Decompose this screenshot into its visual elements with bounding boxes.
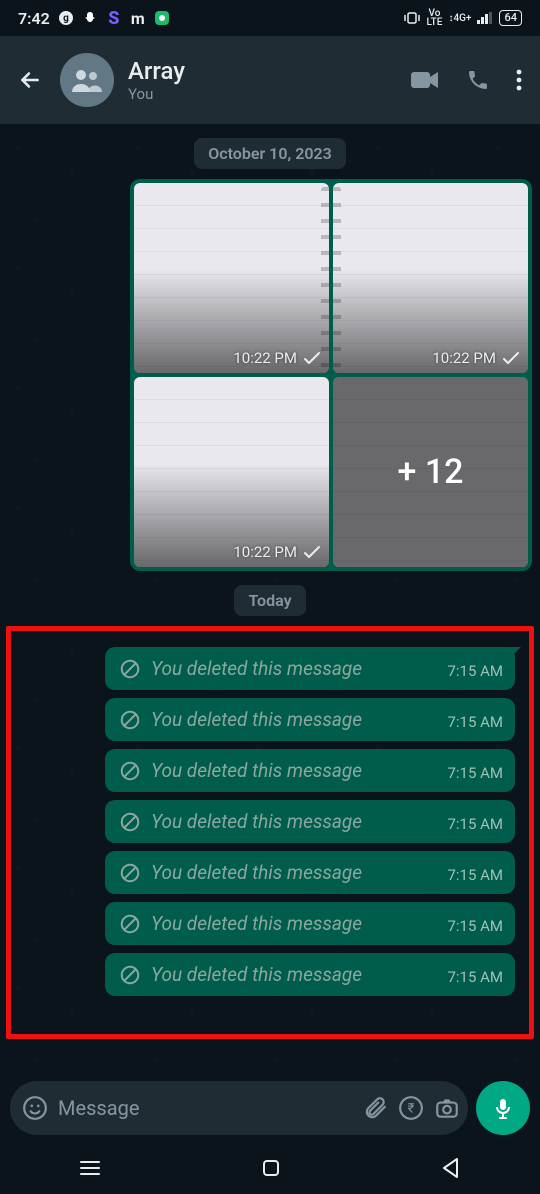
svg-text:g: g [63,13,69,24]
deleted-message-row[interactable]: You deleted this message 7:15 AM [25,749,515,792]
status-bar: 7:42 g S m VoLTE ↕4G+ 64 [0,0,540,36]
status-app-icon-snap [82,10,98,26]
deleted-message-row[interactable]: You deleted this message 7:15 AM [25,902,515,945]
date-chip-today: Today [234,585,305,616]
more-menu-button[interactable] [516,68,522,92]
chat-avatar[interactable] [60,53,114,107]
status-right: VoLTE ↕4G+ 64 [403,9,523,27]
album-time: 10:22 PM [432,349,496,367]
status-battery: 64 [499,10,522,26]
nav-home-button[interactable] [260,1157,282,1179]
signal-icon [477,12,493,24]
album-cell[interactable]: 10:22 PM [134,183,329,373]
status-app-icon-chat [154,10,170,26]
sent-check-icon [502,351,520,365]
deleted-message-row[interactable]: You deleted this message 7:15 AM [25,800,515,843]
deleted-message-bubble[interactable]: You deleted this message 7:15 AM [105,953,515,996]
deleted-message-text: You deleted this message [151,912,431,935]
deleted-message-time: 7:15 AM [441,815,503,833]
highlight-deleted-group: You deleted this message 7:15 AM You del… [6,626,534,1039]
deleted-message-text: You deleted this message [151,708,431,731]
album-time: 10:22 PM [233,349,297,367]
composer-bar: ₹ [0,1074,540,1142]
sent-check-icon [303,351,321,365]
composer-pill: ₹ [10,1081,468,1135]
album-cell-more[interactable]: + 12 [333,377,528,567]
deleted-message-bubble[interactable]: You deleted this message 7:15 AM [105,749,515,792]
status-4g: ↕4G+ [448,14,471,23]
mic-send-button[interactable] [476,1081,530,1135]
vibrate-icon [403,11,421,25]
prohibit-icon [119,760,141,782]
chat-title-block[interactable]: Array You [124,57,400,103]
payment-button[interactable]: ₹ [398,1095,424,1121]
chat-header: Array You [0,36,540,124]
sent-check-icon [303,545,321,559]
nav-recent-button[interactable] [79,1159,101,1177]
deleted-message-time: 7:15 AM [441,713,503,731]
album-time: 10:22 PM [233,543,297,561]
deleted-message-text: You deleted this message [151,759,431,782]
deleted-message-row[interactable]: You deleted this message 7:15 AM [25,698,515,741]
status-volte: VoLTE [427,9,443,27]
deleted-message-time: 7:15 AM [441,968,503,986]
deleted-message-text: You deleted this message [151,861,431,884]
camera-button[interactable] [434,1095,460,1121]
system-nav-bar [0,1142,540,1194]
date-chip-prev: October 10, 2023 [194,138,346,169]
deleted-message-bubble[interactable]: You deleted this message 7:15 AM [105,647,515,690]
deleted-message-time: 7:15 AM [441,866,503,884]
prohibit-icon [119,964,141,986]
album-more-label: + 12 [398,452,464,492]
attach-button[interactable] [362,1095,388,1121]
chat-scroll-area[interactable]: October 10, 2023 10:22 PM 10:22 PM [0,124,540,1074]
deleted-message-text: You deleted this message [151,963,431,986]
message-input[interactable] [58,1096,352,1120]
prohibit-icon [119,658,141,680]
album-cell[interactable]: 10:22 PM [134,377,329,567]
chat-title: Array [128,57,400,85]
status-left: 7:42 g S m [18,9,170,28]
deleted-message-bubble[interactable]: You deleted this message 7:15 AM [105,698,515,741]
back-button[interactable] [10,60,50,100]
deleted-message-row[interactable]: You deleted this message 7:15 AM [25,953,515,996]
deleted-message-bubble[interactable]: You deleted this message 7:15 AM [105,902,515,945]
prohibit-icon [119,811,141,833]
status-app-icon-g: g [58,10,74,26]
deleted-message-row[interactable]: You deleted this message 7:15 AM [25,647,515,690]
deleted-message-text: You deleted this message [151,810,431,833]
deleted-message-time: 7:15 AM [441,662,503,680]
emoji-button[interactable] [22,1095,48,1121]
chat-subtitle: You [128,85,400,103]
prohibit-icon [119,862,141,884]
deleted-message-time: 7:15 AM [441,917,503,935]
prohibit-icon [119,913,141,935]
prohibit-icon [119,709,141,731]
status-time: 7:42 [18,9,50,28]
video-call-button[interactable] [410,69,440,91]
deleted-message-time: 7:15 AM [441,764,503,782]
image-album-message[interactable]: 10:22 PM 10:22 PM 10:22 PM [130,179,532,571]
status-app-icon-s: S [106,10,122,26]
svg-text:₹: ₹ [408,1101,415,1116]
deleted-message-text: You deleted this message [151,657,431,680]
deleted-message-bubble[interactable]: You deleted this message 7:15 AM [105,851,515,894]
deleted-message-bubble[interactable]: You deleted this message 7:15 AM [105,800,515,843]
deleted-message-row[interactable]: You deleted this message 7:15 AM [25,851,515,894]
album-cell[interactable]: 10:22 PM [333,183,528,373]
status-app-icon-m: m [130,10,146,26]
voice-call-button[interactable] [466,68,490,92]
nav-back-button[interactable] [441,1157,461,1179]
